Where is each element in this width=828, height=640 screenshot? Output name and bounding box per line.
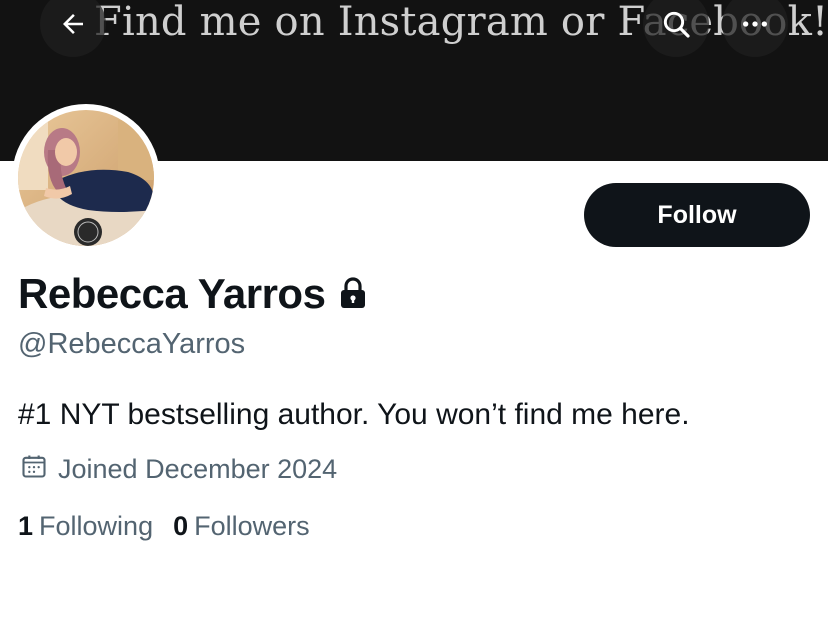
arrow-left-icon (58, 9, 88, 39)
followers-label: Followers (194, 511, 310, 541)
avatar-image (18, 110, 154, 246)
profile-page: Find me on Instagram or Facebook! Follow… (0, 0, 828, 640)
profile-bio: #1 NYT bestselling author. You won’t fin… (18, 398, 690, 431)
profile-name-row: Rebecca Yarros (18, 270, 367, 318)
joined-date-row: Joined December 2024 (20, 452, 337, 487)
following-count: 1 (18, 511, 34, 541)
following-label: Following (39, 511, 154, 541)
followers-link[interactable]: 0 Followers (173, 511, 310, 542)
display-name: Rebecca Yarros (18, 270, 326, 317)
search-icon (660, 8, 692, 40)
banner-text: Find me on Instagram or Facebook! (94, 0, 828, 45)
follow-stats: 1 Following 0 Followers (18, 511, 330, 542)
calendar-icon (20, 452, 48, 487)
joined-date: Joined December 2024 (58, 454, 338, 484)
profile-handle: @RebeccaYarros (18, 328, 246, 360)
more-horizontal-icon (739, 8, 771, 40)
followers-count: 0 (173, 511, 189, 541)
follow-button[interactable]: Follow (584, 183, 810, 247)
avatar[interactable] (12, 104, 160, 252)
following-link[interactable]: 1 Following (18, 511, 153, 542)
lock-icon (339, 276, 367, 314)
